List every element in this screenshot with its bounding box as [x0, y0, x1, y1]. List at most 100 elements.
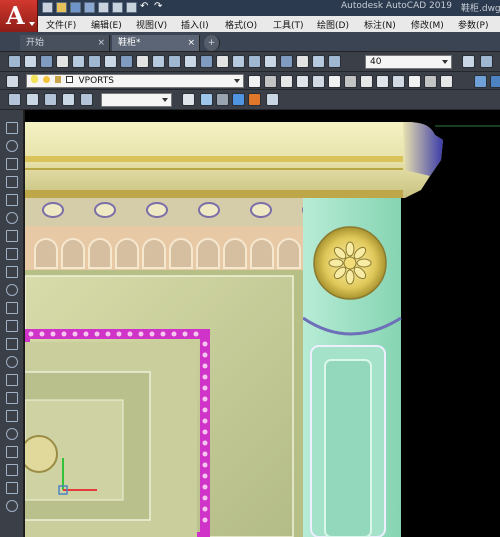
layer-tool-icon[interactable]	[280, 75, 293, 88]
layer-tool-icon[interactable]	[474, 75, 487, 88]
draw-tool-icon[interactable]	[6, 266, 18, 278]
layer-tool-icon[interactable]	[408, 75, 421, 88]
toolbar-tool-icon[interactable]	[312, 55, 325, 68]
visual-style-icon[interactable]	[216, 93, 229, 106]
layer-dropdown[interactable]: VPORTS	[26, 74, 244, 88]
layer-tool-icon[interactable]	[296, 75, 309, 88]
draw-tool-icon[interactable]	[6, 428, 18, 440]
save-as-icon[interactable]	[84, 2, 95, 13]
layer-tool-icon[interactable]	[312, 75, 325, 88]
draw-tool-icon[interactable]	[6, 194, 18, 206]
toolbar-tool-icon[interactable]	[120, 55, 133, 68]
close-icon[interactable]: ×	[187, 35, 195, 51]
toolbar-tool-icon[interactable]	[200, 55, 213, 68]
undo-icon[interactable]: ↶	[140, 2, 151, 13]
draw-tool-icon[interactable]	[6, 392, 18, 404]
view-tool-icon[interactable]	[62, 93, 75, 106]
tab-document[interactable]: 鞋柜* ×	[112, 35, 200, 51]
layer-tool-icon[interactable]	[6, 75, 19, 88]
draw-tool-icon[interactable]	[6, 410, 18, 422]
toolbar-tool-icon[interactable]	[168, 55, 181, 68]
redo-icon[interactable]: ↷	[154, 2, 165, 13]
toolbar-tool-icon[interactable]	[216, 55, 229, 68]
visual-style-icon[interactable]	[182, 93, 195, 106]
close-icon[interactable]: ×	[97, 35, 105, 51]
toolbar-tool-icon[interactable]	[280, 55, 293, 68]
toolbar-tool-icon[interactable]	[264, 55, 277, 68]
toolbar-tool-icon[interactable]	[184, 55, 197, 68]
menu-format[interactable]: 格式(O)	[225, 18, 257, 31]
draw-tool-icon[interactable]	[6, 212, 18, 224]
menu-dimension[interactable]: 标注(N)	[364, 18, 396, 31]
draw-tool-icon[interactable]	[6, 320, 18, 332]
toolbar-tool-icon[interactable]	[88, 55, 101, 68]
draw-tool-icon[interactable]	[6, 230, 18, 242]
layer-tool-icon[interactable]	[392, 75, 405, 88]
visual-style-icon[interactable]	[248, 93, 261, 106]
layer-tool-icon[interactable]	[440, 75, 453, 88]
toolbar-tool-icon[interactable]	[232, 55, 245, 68]
toolbar-tool-icon[interactable]	[462, 55, 475, 68]
draw-tool-icon[interactable]	[6, 122, 18, 134]
menu-modify[interactable]: 修改(M)	[411, 18, 444, 31]
menu-tools[interactable]: 工具(T)	[273, 18, 304, 31]
toolbar-tool-icon[interactable]	[104, 55, 117, 68]
toolbar-tool-icon[interactable]	[56, 55, 69, 68]
draw-tool-icon[interactable]	[6, 248, 18, 260]
layer-tool-icon[interactable]	[360, 75, 373, 88]
web-open-icon[interactable]	[98, 2, 109, 13]
web-save-icon[interactable]	[112, 2, 123, 13]
text-height-dropdown[interactable]: 40	[365, 55, 452, 69]
menu-file[interactable]: 文件(F)	[46, 18, 76, 31]
draw-tool-icon[interactable]	[6, 356, 18, 368]
draw-tool-icon[interactable]	[6, 302, 18, 314]
draw-tool-icon[interactable]	[6, 338, 18, 350]
new-file-icon[interactable]	[42, 2, 53, 13]
view-tool-icon[interactable]	[44, 93, 57, 106]
draw-tool-icon[interactable]	[6, 176, 18, 188]
menu-draw[interactable]: 绘图(D)	[317, 18, 349, 31]
layer-tool-icon[interactable]	[328, 75, 341, 88]
draw-tool-icon[interactable]	[6, 374, 18, 386]
menu-view[interactable]: 视图(V)	[136, 18, 167, 31]
visual-style-icon[interactable]	[200, 93, 213, 106]
save-icon[interactable]	[70, 2, 81, 13]
toolbar-tool-icon[interactable]	[152, 55, 165, 68]
toolbar-tool-icon[interactable]	[40, 55, 53, 68]
drawing-canvas[interactable]	[20, 110, 500, 537]
new-tab-button[interactable]: +	[204, 35, 220, 51]
view-tool-icon[interactable]	[8, 93, 21, 106]
toolbar-tool-icon[interactable]	[480, 55, 493, 68]
layer-tool-icon[interactable]	[490, 75, 500, 88]
menu-edit[interactable]: 编辑(E)	[91, 18, 122, 31]
toolbar-tool-icon[interactable]	[296, 55, 309, 68]
toolbar-tool-icon[interactable]	[248, 55, 261, 68]
open-file-icon[interactable]	[56, 2, 67, 13]
draw-tool-icon[interactable]	[6, 446, 18, 458]
view-tool-icon[interactable]	[26, 93, 39, 106]
draw-tool-icon[interactable]	[6, 158, 18, 170]
view-tool-icon[interactable]	[80, 93, 93, 106]
visual-style-icon[interactable]	[266, 93, 279, 106]
view-dropdown[interactable]	[101, 93, 172, 107]
toolbar-tool-icon[interactable]	[8, 55, 21, 68]
menu-insert[interactable]: 插入(I)	[181, 18, 209, 31]
tab-start[interactable]: 开始 ×	[20, 35, 110, 51]
draw-tool-icon[interactable]	[6, 140, 18, 152]
layer-tool-icon[interactable]	[424, 75, 437, 88]
layer-tool-icon[interactable]	[344, 75, 357, 88]
menu-parameter[interactable]: 参数(P)	[458, 18, 488, 31]
layer-tool-icon[interactable]	[264, 75, 277, 88]
draw-tool-icon[interactable]	[6, 464, 18, 476]
layer-tool-icon[interactable]	[376, 75, 389, 88]
application-menu-button[interactable]: A	[0, 0, 38, 32]
plot-icon[interactable]	[126, 2, 137, 13]
draw-tool-icon[interactable]	[6, 500, 18, 512]
toolbar-tool-icon[interactable]	[328, 55, 341, 68]
draw-tool-icon[interactable]	[6, 284, 18, 296]
draw-tool-icon[interactable]	[6, 482, 18, 494]
toolbar-tool-icon[interactable]	[136, 55, 149, 68]
toolbar-tool-icon[interactable]	[24, 55, 37, 68]
toolbar-tool-icon[interactable]	[72, 55, 85, 68]
visual-style-icon[interactable]	[232, 93, 245, 106]
